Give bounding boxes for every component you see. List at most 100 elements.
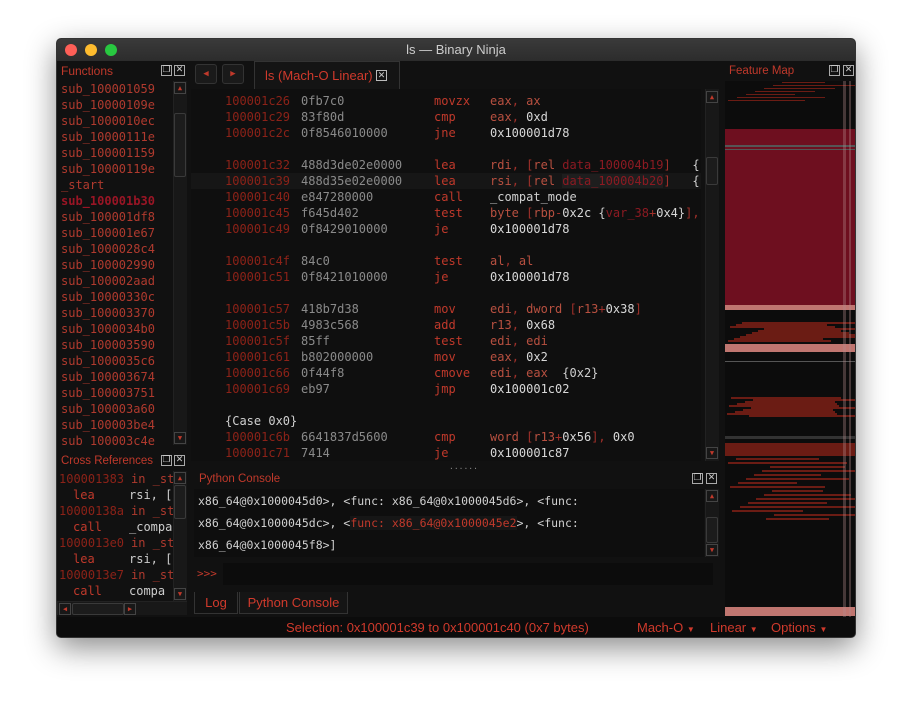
disasm-line[interactable]: 100001c39 488d35e02e0000 lea rsi, [rel data… bbox=[191, 173, 701, 189]
function-item[interactable]: sub_100001059 bbox=[61, 81, 173, 97]
disasm-line[interactable]: 100001c61 b802000000 mov eax, 0x2 bbox=[191, 349, 701, 365]
address[interactable]: 100001c29 bbox=[225, 109, 290, 125]
feature-map[interactable] bbox=[725, 81, 855, 617]
float-panel-icon[interactable]: ❐ bbox=[829, 65, 840, 76]
zoom-window-button[interactable] bbox=[105, 44, 117, 56]
function-item[interactable]: sub_1000010ec bbox=[61, 113, 173, 129]
scroll-up-icon[interactable]: ▲ bbox=[174, 472, 186, 484]
function-item[interactable]: sub_100001159 bbox=[61, 145, 173, 161]
scroll-up-icon[interactable]: ▲ bbox=[706, 490, 718, 502]
scroll-thumb[interactable] bbox=[174, 485, 186, 519]
disasm-line[interactable]: 100001c26 0fb7c0 movzx eax, ax bbox=[191, 93, 701, 109]
disasm-line[interactable]: 100001c40 e847280000 call _compat_mode bbox=[191, 189, 701, 205]
xref-item[interactable]: 1000013e7 in _st bbox=[59, 567, 173, 583]
close-panel-icon[interactable]: ✕ bbox=[706, 473, 717, 484]
xrefs-scrollbar[interactable]: ▲ ▼ bbox=[173, 471, 187, 601]
disasm-line[interactable]: 100001c69 eb97 jmp 0x100001c02 bbox=[191, 381, 701, 397]
address[interactable]: 100001c45 bbox=[225, 205, 290, 221]
scroll-down-icon[interactable]: ▼ bbox=[706, 447, 718, 459]
function-item[interactable]: sub_100001e67 bbox=[61, 225, 173, 241]
function-item[interactable]: sub_100003674 bbox=[61, 369, 173, 385]
address[interactable]: 100001c5f bbox=[225, 333, 290, 349]
back-button[interactable]: ◀ bbox=[195, 64, 217, 84]
address[interactable]: 100001c71 bbox=[225, 445, 290, 461]
close-panel-icon[interactable]: ✕ bbox=[843, 65, 854, 76]
address[interactable]: 100001c6b bbox=[225, 429, 290, 445]
close-panel-icon[interactable]: ✕ bbox=[174, 455, 185, 466]
functions-scrollbar[interactable]: ▲ ▼ bbox=[173, 81, 187, 445]
disasm-line[interactable]: 100001c5b 4983c568 add r13, 0x68 bbox=[191, 317, 701, 333]
scroll-thumb[interactable] bbox=[72, 603, 124, 615]
disasm-line[interactable]: 100001c5f 85ff test edi, edi bbox=[191, 333, 701, 349]
address[interactable]: 100001c4f bbox=[225, 253, 290, 269]
scroll-down-icon[interactable]: ▼ bbox=[706, 544, 718, 556]
disasm-line[interactable]: 100001c32 488d3de02e0000 lea rdi, [rel data… bbox=[191, 157, 701, 173]
address[interactable]: 100001c61 bbox=[225, 349, 290, 365]
tab-ls-linear[interactable]: ls (Mach-O Linear) ✕ bbox=[254, 61, 400, 89]
scroll-down-icon[interactable]: ▼ bbox=[174, 588, 186, 600]
xref-item[interactable]: 10000138a in _st bbox=[59, 503, 173, 519]
disasm-line[interactable]: 100001c71 7414 je 0x100001c87 bbox=[191, 445, 701, 461]
scroll-thumb[interactable] bbox=[706, 517, 718, 543]
address[interactable]: 100001c51 bbox=[225, 269, 290, 285]
scroll-right-icon[interactable]: ▶ bbox=[124, 603, 136, 615]
function-item[interactable]: sub_10000330c bbox=[61, 289, 173, 305]
xrefs-hscrollbar[interactable]: ◀ ▶ bbox=[57, 601, 187, 615]
disasm-line[interactable]: 100001c29 83f80d cmp eax, 0xd bbox=[191, 109, 701, 125]
function-item[interactable]: sub_10000119e bbox=[61, 161, 173, 177]
function-item[interactable]: sub_1000034b0 bbox=[61, 321, 173, 337]
disasm-line[interactable]: {Case 0x0} bbox=[191, 413, 701, 429]
address[interactable]: 100001c39 bbox=[225, 173, 290, 189]
close-window-button[interactable] bbox=[65, 44, 77, 56]
operand-token[interactable]: data_100004b19 bbox=[562, 158, 663, 172]
disasm-scrollbar[interactable]: ▲ ▼ bbox=[705, 89, 719, 461]
float-panel-icon[interactable]: ❐ bbox=[161, 455, 172, 466]
disasm-line[interactable]: 100001c66 0f44f8 cmove edi, eax {0x2} bbox=[191, 365, 701, 381]
address[interactable]: 100001c2c bbox=[225, 125, 290, 141]
function-item[interactable]: sub_1000035c6 bbox=[61, 353, 173, 369]
function-item[interactable]: sub_100003be4 bbox=[61, 417, 173, 433]
xref-item[interactable]: 1000013e0 in _st bbox=[59, 535, 173, 551]
function-item[interactable]: sub_100003751 bbox=[61, 385, 173, 401]
function-item[interactable]: sub_10000109e bbox=[61, 97, 173, 113]
minimize-window-button[interactable] bbox=[85, 44, 97, 56]
scroll-thumb[interactable] bbox=[706, 157, 718, 185]
float-panel-icon[interactable]: ❐ bbox=[161, 65, 172, 76]
close-tab-icon[interactable]: ✕ bbox=[376, 70, 387, 81]
disasm-line[interactable]: 100001c45 f645d402 test byte [rbp-0x2c {var… bbox=[191, 205, 701, 221]
tab-log[interactable]: Log bbox=[194, 592, 238, 614]
disasm-line[interactable]: 100001c6b 6641837d5600 cmp word [r13+0x56],… bbox=[191, 429, 701, 445]
function-item[interactable]: sub_100003590 bbox=[61, 337, 173, 353]
xref-item[interactable]: 100001383 in _st bbox=[59, 471, 173, 487]
address[interactable]: 100001c26 bbox=[225, 93, 290, 109]
disasm-line[interactable]: 100001c2c 0f8546010000 jne 0x100001d78 bbox=[191, 125, 701, 141]
tab-python-console[interactable]: Python Console bbox=[239, 592, 348, 614]
scroll-left-icon[interactable]: ◀ bbox=[59, 603, 71, 615]
function-item[interactable]: sub_100003370 bbox=[61, 305, 173, 321]
function-item[interactable]: sub_100002aad bbox=[61, 273, 173, 289]
close-panel-icon[interactable]: ✕ bbox=[174, 65, 185, 76]
view-mode-dropdown[interactable]: Linear ▼ bbox=[710, 617, 758, 637]
xref-item[interactable]: lea rsi, [ bbox=[59, 487, 173, 503]
scroll-down-icon[interactable]: ▼ bbox=[174, 432, 186, 444]
address[interactable]: 100001c57 bbox=[225, 301, 290, 317]
address[interactable]: 100001c49 bbox=[225, 221, 290, 237]
xref-item[interactable]: call compa bbox=[59, 583, 173, 599]
address[interactable]: 100001c40 bbox=[225, 189, 290, 205]
scroll-thumb[interactable] bbox=[174, 113, 186, 177]
disasm-line[interactable]: 100001c49 0f8429010000 je 0x100001d78 bbox=[191, 221, 701, 237]
address[interactable]: 100001c66 bbox=[225, 365, 290, 381]
operand-token[interactable]: data_100004b20 bbox=[562, 174, 664, 188]
console-input[interactable] bbox=[223, 563, 713, 585]
function-item[interactable]: sub_100001df8 bbox=[61, 209, 173, 225]
scroll-up-icon[interactable]: ▲ bbox=[706, 91, 718, 103]
float-panel-icon[interactable]: ❐ bbox=[692, 473, 703, 484]
function-item[interactable]: sub_100002990 bbox=[61, 257, 173, 273]
options-dropdown[interactable]: Options ▼ bbox=[771, 617, 827, 637]
function-item[interactable]: sub_1000028c4 bbox=[61, 241, 173, 257]
function-item[interactable]: sub_10000111e bbox=[61, 129, 173, 145]
console-scrollbar[interactable]: ▲ ▼ bbox=[705, 489, 719, 557]
feature-map-cursor[interactable] bbox=[849, 81, 851, 617]
disassembly-view[interactable]: 100001c26 0fb7c0 movzx eax, ax 100001c29 83f8… bbox=[191, 89, 701, 461]
feature-map-cursor[interactable] bbox=[843, 81, 846, 617]
